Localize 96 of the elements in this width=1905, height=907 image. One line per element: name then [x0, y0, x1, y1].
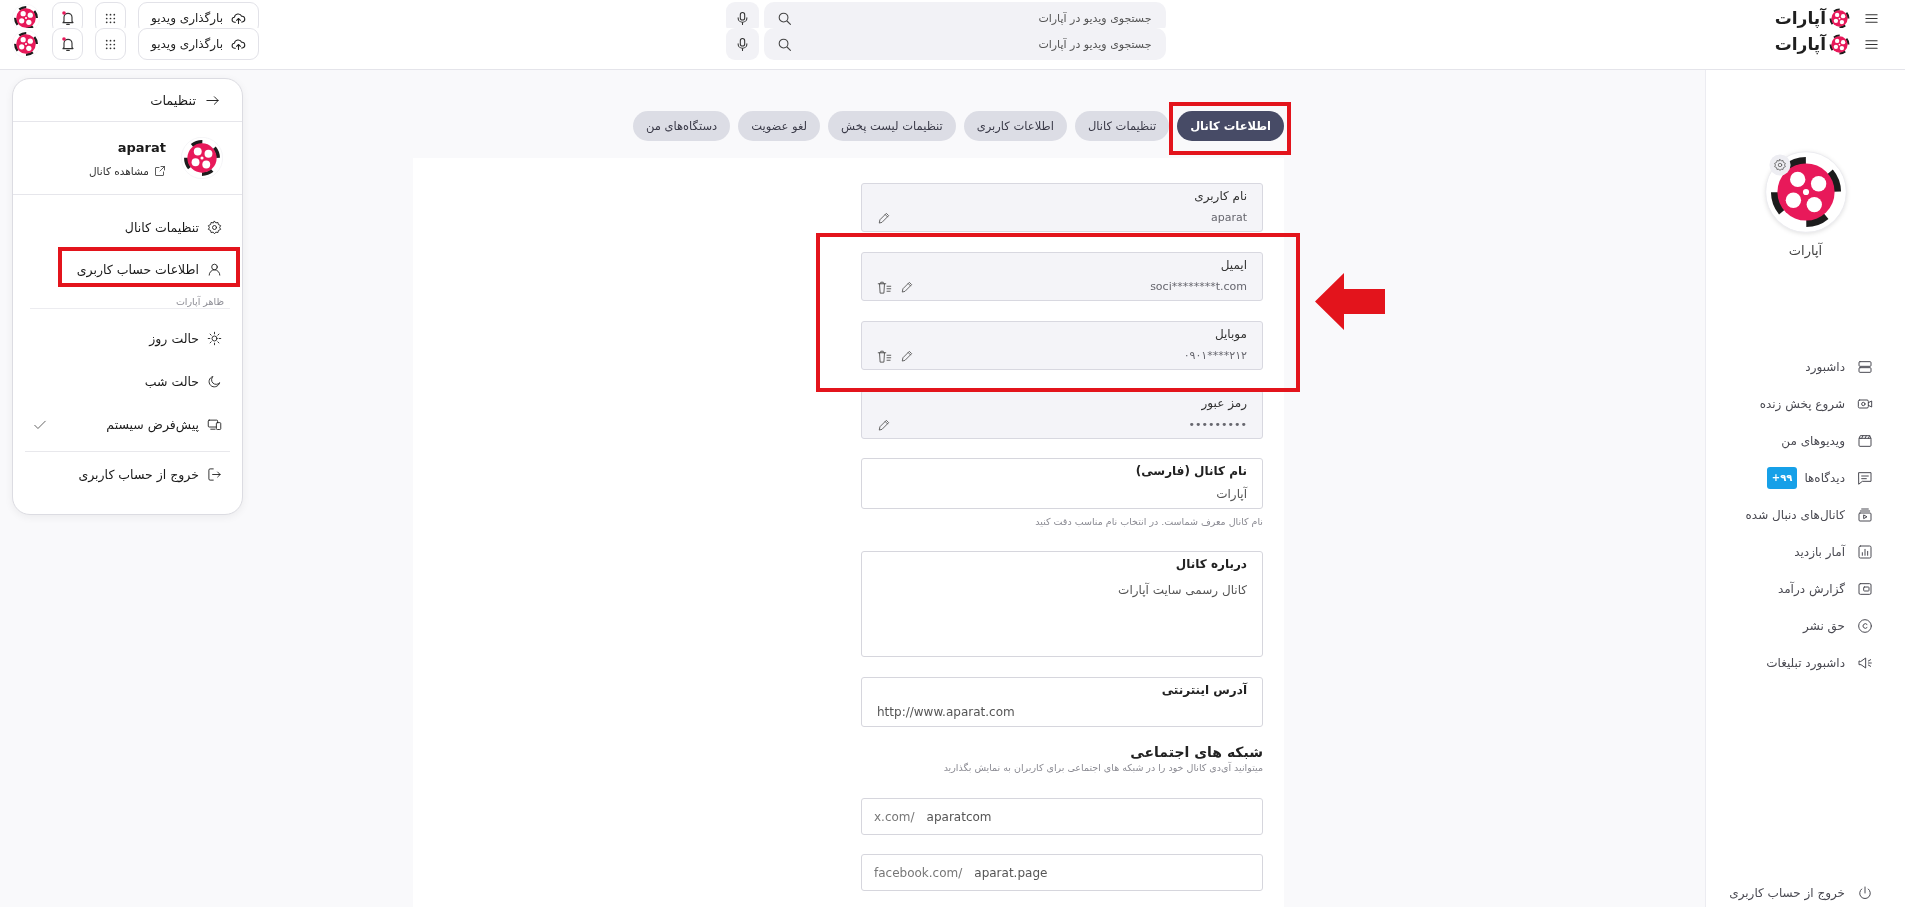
- tab[interactable]: تنظیمات لیست پخش: [828, 111, 956, 141]
- megaphone-icon: [1857, 654, 1873, 671]
- rows-icon: [1857, 358, 1873, 375]
- apps-button[interactable]: [95, 2, 126, 28]
- sun-icon: [207, 331, 222, 346]
- user-icon: [207, 261, 222, 277]
- notifications-button[interactable]: [52, 28, 83, 60]
- section-title: شبکه های اجتماعی: [1130, 743, 1263, 761]
- pencil-icon[interactable]: [900, 349, 914, 363]
- text-field[interactable]: نام کانال (فارسی) آپارات: [861, 458, 1263, 509]
- logout-item[interactable]: خروج از حساب کاربری: [1706, 881, 1905, 905]
- menu-title: تنظیمات: [150, 92, 196, 108]
- field-value: aparat.page: [974, 864, 1048, 881]
- field-value: http://www.aparat.com: [877, 705, 1015, 719]
- field-label: نام کانال (فارسی): [1135, 463, 1247, 479]
- sidebar-item[interactable]: گزارش درآمد: [1706, 570, 1905, 607]
- url-prefix: facebook.com/: [874, 865, 963, 880]
- film-reel-icon[interactable]: [1829, 33, 1850, 55]
- text-area[interactable]: درباره کانال کانال رسمی سایت آپارات: [861, 551, 1263, 657]
- video-stack-icon: [1857, 506, 1873, 523]
- url-prefix: x.com/: [874, 809, 915, 824]
- trash-icon[interactable]: [877, 348, 892, 364]
- tab[interactable]: اطلاعات کاربری: [963, 111, 1067, 141]
- menu-item[interactable]: اطلاعات حساب کاربری: [13, 248, 242, 290]
- channel-name: آپارات: [1788, 243, 1823, 259]
- social-link-field[interactable]: x.com/ aparatcom: [861, 798, 1263, 835]
- field-value: soci********t.com: [1150, 279, 1247, 295]
- bar-chart-icon: [1857, 543, 1873, 560]
- social-link-field[interactable]: facebook.com/ aparat.page: [861, 854, 1263, 891]
- count-badge: ۹۹+: [1766, 466, 1798, 489]
- film-reel-icon[interactable]: [1829, 7, 1850, 28]
- logo-wordmark[interactable]: آپارات: [1774, 35, 1826, 53]
- field-label: رمز عبور: [1201, 395, 1247, 411]
- field-value: aparatcom: [926, 808, 992, 825]
- sidebar-item[interactable]: داشبورد: [1706, 348, 1905, 385]
- gear-icon[interactable]: [1768, 154, 1791, 176]
- logout-icon: [207, 466, 222, 482]
- sidebar-item[interactable]: حق نشر: [1706, 607, 1905, 644]
- pencil-icon[interactable]: [877, 211, 891, 225]
- sidebar-item[interactable]: دیدگاه‌ها ۹۹+: [1706, 459, 1905, 496]
- field-value: aparat: [1210, 210, 1247, 226]
- logo-wordmark[interactable]: آپارات: [1774, 9, 1826, 27]
- sidebar-item[interactable]: داشبورد تبلیغات: [1706, 644, 1905, 681]
- menu-item[interactable]: تنظیمات کانال: [13, 206, 242, 248]
- search-field[interactable]: جستجوی ویدیو در آپارات: [763, 2, 1166, 28]
- field-hint: نام کانال معرف شماست. در انتخاب نام مناسب دقت کنید: [1035, 516, 1263, 528]
- menu-item[interactable]: حالت روز: [13, 317, 242, 360]
- sidebar-item[interactable]: آمار بازدید: [1706, 533, 1905, 570]
- sidebar-item[interactable]: شروع پخش زنده: [1706, 385, 1905, 422]
- search-icon: [776, 36, 792, 52]
- logout-item[interactable]: خروج از حساب کاربری: [13, 452, 242, 496]
- section-description: میتوانید آی‌دی کانال خود را در شبکه های اجتماعی برای کاربران به نمایش بگذارید: [943, 761, 1263, 775]
- notifications-button[interactable]: [52, 2, 83, 28]
- field-label: آدرس اینترنتی: [1161, 682, 1247, 698]
- microphone-button[interactable]: [725, 28, 759, 60]
- tab[interactable]: اطلاعات کانال: [1177, 111, 1284, 141]
- comment-icon: [1857, 469, 1873, 486]
- microphone-button[interactable]: [725, 2, 759, 28]
- search-icon: [776, 10, 792, 26]
- cloud-upload-icon: [231, 10, 247, 26]
- film-reel-icon: [181, 137, 223, 179]
- pencil-icon[interactable]: [900, 280, 914, 294]
- view-channel-link[interactable]: مشاهده کانال: [88, 164, 166, 177]
- section-label: ظاهر آپارات: [175, 296, 224, 308]
- upload-button[interactable]: بارگذاری ویدیو: [138, 2, 260, 28]
- wallet-icon: [1857, 580, 1873, 597]
- menu-item[interactable]: پیش‌فرض سیستم: [13, 403, 242, 446]
- grid-icon: [104, 37, 117, 51]
- channel-name: aparat: [117, 139, 166, 156]
- field-value: کانال رسمی سایت آپارات: [1118, 582, 1247, 598]
- field-label: ایمیل: [1220, 257, 1247, 273]
- external-link-icon: [154, 164, 166, 177]
- tab[interactable]: لغو عضویت: [738, 111, 821, 141]
- field-label: موبایل: [1214, 326, 1247, 342]
- gear-icon: [207, 219, 222, 235]
- upload-button[interactable]: بارگذاری ویدیو: [138, 28, 260, 60]
- field-label: درباره کانال: [1175, 556, 1247, 572]
- copyright-icon: [1857, 617, 1873, 634]
- search-field[interactable]: جستجوی ویدیو در آپارات: [763, 28, 1166, 60]
- field-value: ۰۹۰۱****۲۱۲: [1183, 348, 1247, 364]
- field-value: آپارات: [1216, 486, 1247, 502]
- sidebar-item[interactable]: ویدیوهای من: [1706, 422, 1905, 459]
- tab[interactable]: تنظیمات کانال: [1074, 111, 1170, 141]
- power-icon: [1857, 885, 1873, 901]
- cloud-upload-icon: [231, 36, 247, 52]
- sidebar-item[interactable]: کانال‌های دنبال شده: [1706, 496, 1905, 533]
- grid-icon: [104, 11, 117, 25]
- clapperboard-icon: [1857, 432, 1873, 449]
- field-value: •••••••••: [1188, 417, 1247, 433]
- pencil-icon[interactable]: [877, 418, 891, 432]
- moon-icon: [207, 374, 222, 389]
- menu-item[interactable]: حالت شب: [13, 360, 242, 403]
- tab[interactable]: دستگاه‌های من: [632, 111, 731, 141]
- field-label: نام کاربری: [1194, 188, 1247, 204]
- trash-icon[interactable]: [877, 279, 892, 295]
- devices-icon: [207, 417, 222, 432]
